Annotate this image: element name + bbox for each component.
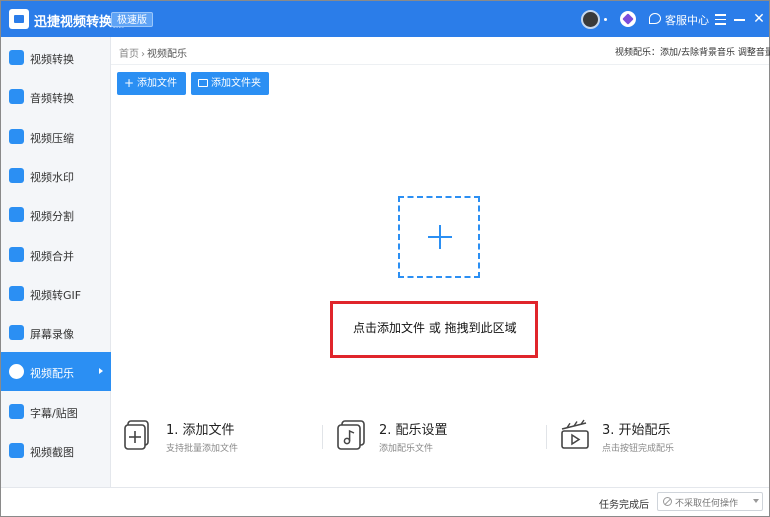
video-convert-icon bbox=[9, 50, 24, 65]
step-title: 2. 配乐设置 bbox=[379, 423, 448, 438]
video-to-gif-icon bbox=[9, 285, 24, 301]
sidebar-item-video-compress[interactable]: 视频压缩 bbox=[1, 117, 111, 156]
sidebar-item-label: 音频转换 bbox=[30, 92, 74, 106]
page-description: 视频配乐：添加/去除背景音乐 调整音量 bbox=[615, 48, 770, 58]
sidebar-item-label: 视频水印 bbox=[30, 170, 74, 184]
video-split-icon bbox=[9, 207, 24, 223]
sidebar-item-video-to-gif[interactable]: 视频转GIF bbox=[1, 274, 111, 313]
after-task-select[interactable]: 不采取任何操作 bbox=[657, 492, 763, 511]
folder-icon bbox=[198, 79, 208, 87]
video-merge-icon bbox=[9, 246, 24, 262]
app-logo-icon bbox=[9, 9, 29, 29]
customer-service-link[interactable]: 客服中心 bbox=[665, 12, 709, 28]
sidebar-item-label: 视频转换 bbox=[30, 53, 74, 66]
add-file-button[interactable]: + 添加文件 bbox=[117, 72, 186, 95]
minimize-icon[interactable] bbox=[729, 9, 749, 29]
step-title: 3. 开始配乐 bbox=[602, 423, 671, 438]
footer-bar: 任务完成后 不采取任何操作 bbox=[1, 487, 769, 516]
add-file-icon bbox=[124, 420, 149, 450]
app-window: 迅捷视频转换器 极速版 客服中心 ✕ 视频转换 音频转换 视频压缩 视频水印 视频分割视… bbox=[0, 0, 770, 517]
menu-icon[interactable] bbox=[710, 9, 730, 29]
screen-record-icon bbox=[9, 325, 24, 341]
audio-convert-icon bbox=[9, 89, 24, 105]
after-task-label: 任务完成后 bbox=[599, 500, 649, 511]
avatar-dropdown-dot bbox=[604, 18, 607, 21]
title-bar: 迅捷视频转换器 极速版 客服中心 ✕ bbox=[1, 1, 769, 37]
after-task-value: 不采取任何操作 bbox=[675, 499, 739, 509]
chevron-down-icon bbox=[753, 499, 759, 503]
no-action-icon bbox=[663, 497, 672, 506]
sidebar-item-video-merge[interactable]: 视频合并 bbox=[1, 235, 111, 274]
video-compress-icon bbox=[9, 128, 24, 144]
drop-zone-hint[interactable]: 点击添加文件 或 拖拽到此区域 bbox=[353, 319, 517, 336]
step-title: 1. 添加文件 bbox=[166, 423, 235, 438]
add-folder-label: 添加文件夹 bbox=[211, 78, 261, 89]
sidebar-item-video-split[interactable]: 视频分割 bbox=[1, 195, 111, 234]
breadcrumb: 首页 › 视频配乐 bbox=[119, 45, 187, 60]
step-divider bbox=[546, 425, 547, 449]
video-music-icon bbox=[9, 364, 24, 380]
step-divider bbox=[322, 425, 323, 449]
sidebar-item-subtitle-sticker[interactable]: 字幕/贴图 bbox=[1, 392, 111, 431]
edition-badge: 极速版 bbox=[111, 12, 153, 27]
close-icon[interactable]: ✕ bbox=[749, 9, 769, 29]
avatar[interactable] bbox=[581, 10, 600, 29]
plus-icon: + bbox=[124, 76, 135, 90]
step-desc: 点击按钮完成配乐 bbox=[602, 444, 675, 454]
breadcrumb-separator: › bbox=[141, 49, 145, 60]
sidebar-item-label: 视频分割 bbox=[30, 210, 74, 224]
sidebar-item-label: 视频截图 bbox=[30, 446, 74, 459]
video-watermark-icon bbox=[9, 167, 24, 183]
sidebar-item-label: 视频合并 bbox=[30, 249, 74, 263]
vip-icon[interactable] bbox=[620, 11, 636, 27]
sidebar-item-label: 视频压缩 bbox=[30, 131, 74, 145]
subtitle-sticker-icon bbox=[9, 403, 24, 419]
video-screenshot-icon bbox=[9, 443, 24, 458]
sidebar-item-label: 视频转GIF bbox=[30, 288, 82, 302]
breadcrumb-home[interactable]: 首页 bbox=[119, 49, 139, 60]
customer-service-icon[interactable] bbox=[649, 13, 661, 24]
sidebar-item-video-convert[interactable]: 视频转换 bbox=[1, 38, 111, 77]
sidebar-item-video-watermark[interactable]: 视频水印 bbox=[1, 156, 111, 195]
step-desc: 添加配乐文件 bbox=[379, 444, 434, 454]
sidebar-item-label: 屏幕录像 bbox=[30, 328, 74, 342]
add-file-label: 添加文件 bbox=[137, 78, 177, 89]
step-desc: 支持批量添加文件 bbox=[166, 444, 239, 454]
add-folder-button[interactable]: 添加文件夹 bbox=[191, 72, 269, 95]
sidebar-item-label: 视频配乐 bbox=[30, 367, 74, 381]
sidebar: 视频转换音频转换视频压缩视频水印视频分割视频合并视频转GIF 屏幕录像视频配乐字幕… bbox=[1, 37, 111, 487]
sidebar-item-video-music[interactable]: 视频配乐 bbox=[1, 352, 111, 392]
sidebar-item-screen-record[interactable]: 屏幕录像 bbox=[1, 313, 111, 352]
plus-icon-vertical bbox=[439, 225, 441, 249]
start-icon bbox=[561, 419, 589, 449]
music-settings-icon bbox=[337, 420, 365, 450]
sidebar-item-video-screenshot[interactable]: 视频截图 bbox=[1, 431, 111, 470]
divider bbox=[111, 64, 769, 65]
drop-zone-add-button[interactable] bbox=[398, 196, 480, 278]
chevron-right-icon bbox=[99, 368, 103, 375]
breadcrumb-current: 视频配乐 bbox=[147, 49, 187, 60]
sidebar-item-audio-convert[interactable]: 音频转换 bbox=[1, 77, 111, 116]
sidebar-item-label: 字幕/贴图 bbox=[30, 406, 78, 420]
